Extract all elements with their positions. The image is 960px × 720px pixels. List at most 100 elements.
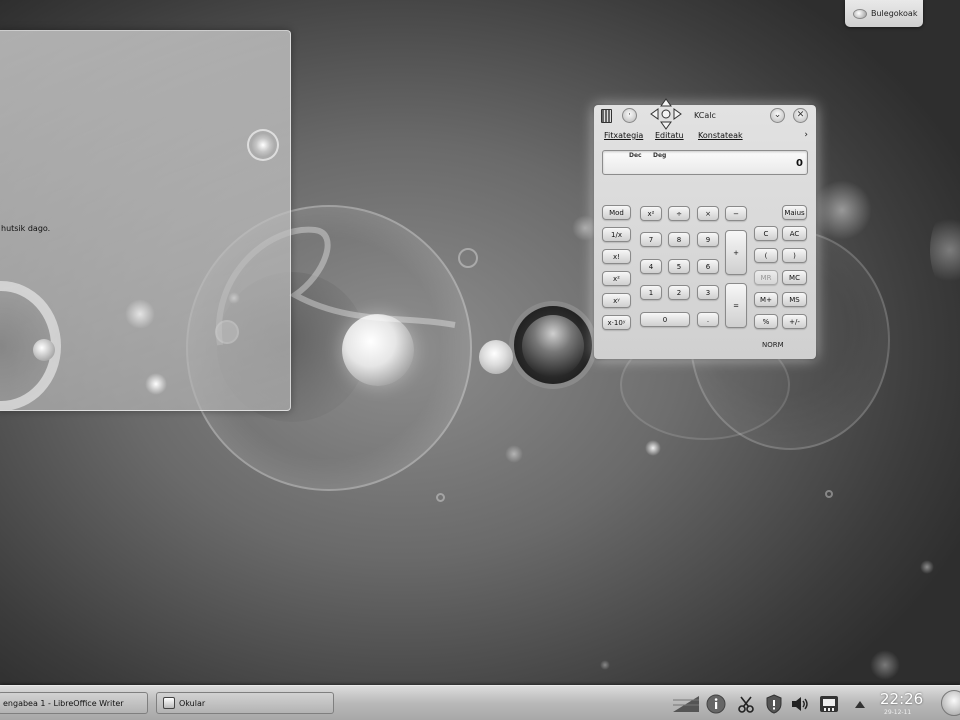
clipboard-button[interactable]: [736, 694, 756, 714]
equals-button[interactable]: =: [725, 283, 747, 328]
close-icon: ✕: [796, 110, 805, 120]
move-window-icon[interactable]: [649, 97, 683, 131]
all-clear-button[interactable]: AC: [782, 226, 807, 241]
activity-icon: [853, 8, 867, 19]
updates-button[interactable]: [764, 694, 784, 714]
wallpaper-small-pearl: [479, 340, 513, 374]
calculator-display: Dec Deg 0: [602, 150, 808, 175]
menu-edit-label: Editatu: [655, 131, 684, 140]
triangle-up-icon: [855, 701, 865, 708]
clock-date: 29-12-11: [884, 709, 912, 716]
menu-overflow-icon[interactable]: ›: [804, 130, 808, 140]
shift-button[interactable]: Maius: [782, 205, 807, 220]
square-button[interactable]: x²: [602, 271, 631, 286]
digit-5-button[interactable]: 5: [668, 259, 690, 274]
okular-icon: [163, 697, 175, 709]
glass-dot: [145, 373, 167, 395]
close-button[interactable]: ✕: [793, 108, 808, 123]
multiply-button[interactable]: ×: [697, 206, 719, 221]
clear-button[interactable]: C: [754, 226, 778, 241]
wallpaper-glow-right: [930, 210, 960, 290]
info-icon: [706, 694, 726, 714]
shield-icon: [766, 694, 782, 714]
taskbar: engabea 1 - LibreOffice Writer Okular 22…: [0, 685, 960, 720]
task-label: Okular: [179, 698, 206, 708]
mod-button[interactable]: Mod: [602, 205, 631, 220]
x-squared-button[interactable]: x²: [640, 206, 662, 221]
panel-toolbox-button[interactable]: [941, 690, 960, 716]
menubar: Fitxategia Editatu Konstateak ›: [594, 129, 816, 143]
wallpaper-dot: [870, 650, 900, 680]
glass-ball: [33, 339, 55, 361]
task-libreoffice-writer[interactable]: engabea 1 - LibreOffice Writer: [0, 692, 148, 714]
kcalc-titlebar[interactable]: · KCalc ⌄ ✕: [594, 98, 816, 130]
notifications-button[interactable]: [706, 694, 726, 714]
menu-file-label: Fitxategia: [604, 131, 644, 140]
digit-1-button[interactable]: 1: [640, 285, 662, 300]
network-icon: [820, 696, 838, 712]
clock-time[interactable]: 22:26: [880, 690, 923, 708]
keep-above-button[interactable]: ·: [622, 108, 637, 123]
memory-clear-button[interactable]: MC: [782, 270, 807, 285]
menu-constants[interactable]: Konstateak: [698, 131, 743, 140]
show-hidden-icons-button[interactable]: [850, 694, 870, 714]
base-indicator: Dec: [629, 152, 642, 159]
plus-minus-button[interactable]: +/-: [782, 314, 807, 329]
wallpaper-bubble: [458, 248, 478, 268]
digit-2-button[interactable]: 2: [668, 285, 690, 300]
wallpaper-dot: [600, 660, 610, 670]
activity-label: Bulegokoak: [871, 9, 918, 18]
wallpaper-dark-orb: [522, 315, 584, 377]
close-paren-button[interactable]: ): [782, 248, 807, 263]
pin-icon: ·: [628, 110, 631, 120]
task-okular[interactable]: Okular: [156, 692, 334, 714]
inverse-button[interactable]: 1/x: [602, 227, 631, 242]
digit-9-button[interactable]: 9: [697, 232, 719, 247]
digit-4-button[interactable]: 4: [640, 259, 662, 274]
glass-bubble: [247, 129, 279, 161]
memory-add-button[interactable]: M+: [754, 292, 778, 307]
network-button[interactable]: [819, 694, 839, 714]
background-window-text: hutsik dago.: [1, 224, 51, 233]
minus-button[interactable]: −: [725, 206, 747, 221]
chevron-down-icon: ⌄: [773, 110, 782, 120]
glass-glow: [125, 299, 155, 329]
digit-7-button[interactable]: 7: [640, 232, 662, 247]
exp10-button[interactable]: x·10ʸ: [602, 315, 631, 330]
menu-file[interactable]: Fitxategia: [604, 131, 643, 140]
divide-button[interactable]: ÷: [668, 206, 690, 221]
percent-button[interactable]: %: [754, 314, 778, 329]
menu-edit[interactable]: Editatu: [655, 131, 684, 140]
digit-0-button[interactable]: 0: [640, 312, 690, 327]
digit-6-button[interactable]: 6: [697, 259, 719, 274]
wallpaper-bubble: [436, 493, 445, 502]
open-paren-button[interactable]: (: [754, 248, 778, 263]
minimize-button[interactable]: ⌄: [770, 108, 785, 123]
plus-button[interactable]: +: [725, 230, 747, 275]
kcalc-window[interactable]: · KCalc ⌄ ✕ Fitxategia Editatu Konstatea…: [594, 98, 816, 359]
activity-switcher[interactable]: Bulegokoak: [845, 0, 923, 27]
background-window[interactable]: hutsik dago.: [0, 30, 291, 411]
wallpaper-dot: [920, 560, 934, 574]
wallpaper-dot: [645, 440, 661, 456]
wallpaper-glow: [812, 180, 872, 240]
task-label: engabea 1 - LibreOffice Writer: [3, 698, 124, 708]
digit-8-button[interactable]: 8: [668, 232, 690, 247]
memory-recall-button[interactable]: MR: [754, 270, 778, 285]
calculator-icon[interactable]: [601, 109, 612, 123]
angle-indicator: Deg: [653, 152, 667, 159]
scissors-icon: [738, 696, 754, 713]
cpu-monitor-icon[interactable]: [673, 694, 699, 712]
window-title: KCalc: [694, 111, 716, 120]
memory-store-button[interactable]: MS: [782, 292, 807, 307]
display-value: 0: [796, 158, 803, 169]
factorial-button[interactable]: x!: [602, 249, 631, 264]
decimal-point-button[interactable]: .: [697, 312, 719, 327]
wallpaper-bubble: [825, 490, 833, 498]
power-button[interactable]: xʸ: [602, 293, 631, 308]
mode-indicator: NORM: [762, 341, 784, 349]
volume-button[interactable]: [790, 694, 810, 714]
wallpaper-dot: [505, 445, 523, 463]
digit-3-button[interactable]: 3: [697, 285, 719, 300]
speaker-icon: [792, 697, 808, 711]
